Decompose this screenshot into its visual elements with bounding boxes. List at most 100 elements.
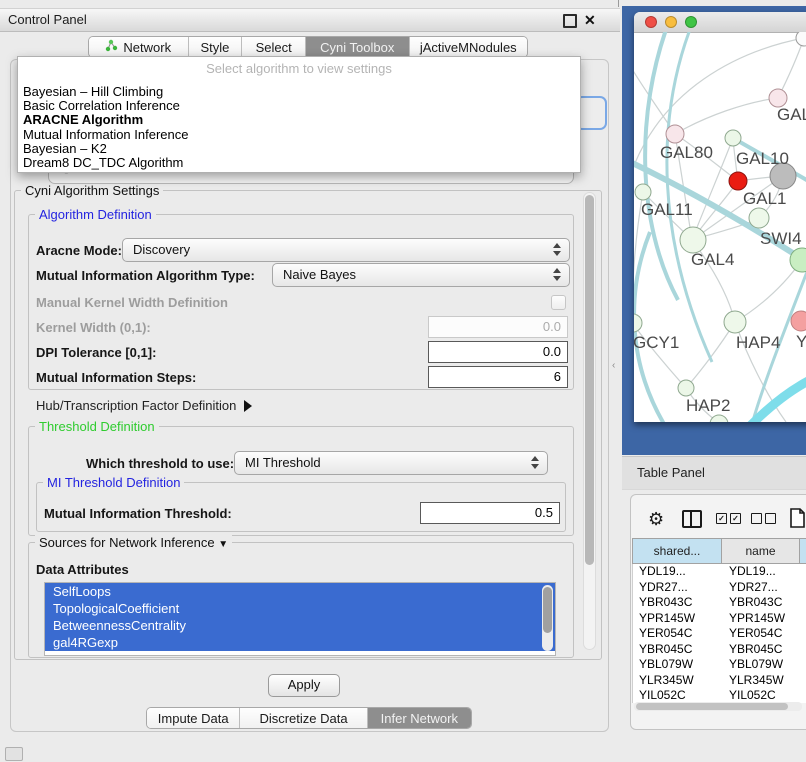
threshold-definition-title: Threshold Definition	[35, 419, 159, 434]
close-traffic-light-icon[interactable]	[645, 16, 657, 28]
apply-button[interactable]: Apply	[268, 674, 340, 697]
network-edge[interactable]	[778, 38, 804, 98]
table-column-header[interactable]: shared...	[632, 538, 722, 564]
expand-right-icon	[244, 400, 252, 412]
kernel-width-field[interactable]: 0.0	[428, 316, 568, 338]
collapsed-panel-icon[interactable]	[5, 747, 23, 761]
table-cell	[801, 657, 806, 673]
data-attributes-label: Data Attributes	[36, 562, 129, 577]
table-row[interactable]: YDL19...YDL19...13	[633, 564, 806, 580]
tab-style[interactable]: Style	[189, 37, 243, 57]
function-builder-icon[interactable]	[790, 508, 805, 533]
float-window-icon[interactable]	[563, 14, 577, 28]
network-node[interactable]	[634, 314, 642, 332]
algorithm-dropdown[interactable]: Select algorithm to view settings Bayesi…	[17, 56, 581, 173]
algorithm-option[interactable]: Dream8 DC_TDC Algorithm	[18, 156, 580, 170]
dpi-tolerance-field[interactable]: 0.0	[428, 341, 568, 363]
network-node[interactable]	[710, 415, 728, 422]
node-attribute-table[interactable]: shared...nameA YDL19...YDL19...13YDR27..…	[632, 538, 806, 703]
tab-network[interactable]: Network	[89, 37, 189, 57]
network-edge[interactable]	[667, 32, 712, 362]
tab-discretize-data[interactable]: Discretize Data	[240, 708, 367, 728]
divider-handle[interactable]: ‹	[612, 358, 618, 374]
data-attributes-list[interactable]: SelfLoopsTopologicalCoefficientBetweenne…	[44, 582, 556, 656]
table-cell: YBL079W	[633, 657, 723, 673]
deselect-all-columns-icon[interactable]	[751, 513, 776, 524]
table-cell: YER054C	[633, 626, 723, 642]
network-node[interactable]	[796, 32, 806, 46]
network-node[interactable]	[729, 172, 747, 190]
table-row[interactable]: YLR345WYLR345W9.	[633, 673, 806, 689]
manual-kernel-checkbox[interactable]	[551, 295, 566, 310]
mi-type-select[interactable]: Naive Bayes	[272, 263, 570, 287]
network-window-titlebar[interactable]	[634, 12, 806, 33]
aracne-mode-select[interactable]: Discovery	[122, 238, 570, 262]
table-row[interactable]: YBR043CYBR043C	[633, 595, 806, 611]
table-cell: 9.	[801, 688, 806, 703]
network-icon	[105, 39, 118, 55]
table-column-header[interactable]: A	[800, 538, 806, 564]
table-row[interactable]: YBR045CYBR045C9.	[633, 642, 806, 658]
which-threshold-select[interactable]: MI Threshold	[234, 451, 548, 475]
network-node[interactable]	[724, 311, 746, 333]
aracne-mode-label: Aracne Mode:	[36, 243, 122, 258]
data-attribute-item[interactable]: gal4RGexp	[45, 634, 555, 651]
network-edge[interactable]	[675, 98, 778, 134]
node-label: GAL4	[691, 250, 734, 269]
table-cell: YDL19...	[633, 564, 723, 580]
table-cell: YBR043C	[723, 595, 801, 611]
gear-icon[interactable]: ⚙	[648, 507, 664, 531]
algorithm-option[interactable]: Bayesian – K2	[18, 142, 580, 156]
table-column-header[interactable]: name	[722, 538, 800, 564]
table-row[interactable]: YER054CYER054C8.	[633, 626, 806, 642]
tab-infer-network[interactable]: Infer Network	[368, 708, 471, 728]
table-cell: 12	[801, 580, 806, 596]
panel-divider	[618, 0, 619, 7]
sources-title[interactable]: Sources for Network Inference ▼	[35, 535, 232, 550]
algorithm-option[interactable]: Bayesian – Hill Climbing	[18, 85, 580, 99]
table-cell: YIL052C	[723, 688, 801, 703]
network-edge[interactable]	[645, 32, 678, 300]
settings-vertical-scrollbar[interactable]	[583, 192, 596, 650]
list-scrollbar[interactable]	[542, 585, 553, 651]
tab-select[interactable]: Select	[242, 37, 306, 57]
data-attribute-item[interactable]: BetweennessCentrality	[45, 617, 555, 634]
split-columns-icon[interactable]	[682, 510, 702, 528]
mi-threshold-field[interactable]: 0.5	[420, 502, 560, 524]
network-node[interactable]	[635, 184, 651, 200]
hub-definition-toggle[interactable]: Hub/Transcription Factor Definition	[36, 398, 252, 413]
data-attribute-item[interactable]: SelfLoops	[45, 583, 555, 600]
network-node[interactable]	[678, 380, 694, 396]
network-graph-canvas[interactable]: GALGAL80GAL10GAL1GAL11SWI4GAL4GCY1HAP4YH…	[634, 32, 806, 422]
algorithm-option[interactable]: ARACNE Algorithm	[18, 113, 580, 127]
table-row[interactable]: YIL052CYIL052C9.	[633, 688, 806, 703]
table-body[interactable]: YDL19...YDL19...13YDR27...YDR27...12YBR0…	[632, 564, 806, 703]
minimize-traffic-light-icon[interactable]	[665, 16, 677, 28]
dropdown-placeholder: Select algorithm to view settings	[18, 60, 580, 78]
table-row[interactable]: YBL079WYBL079W	[633, 657, 806, 673]
network-view-window[interactable]: GALGAL80GAL10GAL1GAL11SWI4GAL4GCY1HAP4YH…	[634, 12, 806, 422]
data-attribute-item[interactable]: TopologicalCoefficient	[45, 600, 555, 617]
algorithm-option[interactable]: Basic Correlation Inference	[18, 99, 580, 113]
table-row[interactable]: YDR27...YDR27...12	[633, 580, 806, 596]
dpi-tolerance-label: DPI Tolerance [0,1]:	[36, 345, 156, 360]
table-row[interactable]: YPR145WYPR145W9.	[633, 611, 806, 627]
network-node[interactable]	[791, 311, 806, 331]
network-node[interactable]	[749, 208, 769, 228]
table-panel-title: Table Panel	[637, 457, 705, 489]
zoom-traffic-light-icon[interactable]	[685, 16, 697, 28]
close-panel-icon[interactable]: ✕	[584, 10, 596, 30]
table-header-row[interactable]: shared...nameA	[632, 538, 806, 564]
tab-cyni-toolbox[interactable]: Cyni Toolbox	[306, 37, 410, 57]
algorithm-option[interactable]: Mutual Information Inference	[18, 128, 580, 142]
network-node[interactable]	[666, 125, 684, 143]
mi-steps-field[interactable]: 6	[428, 366, 568, 388]
select-all-columns-icon[interactable]: ✓✓	[716, 513, 741, 524]
table-cell: 9.	[801, 673, 806, 689]
tab-impute-data[interactable]: Impute Data	[147, 708, 240, 728]
algorithm-definition-title: Algorithm Definition	[35, 207, 156, 222]
combo-arrows-icon	[553, 268, 561, 281]
network-node[interactable]	[725, 130, 741, 146]
tab-jactivemnodules[interactable]: jActiveMNodules	[410, 37, 527, 57]
table-horizontal-scrollbar[interactable]	[634, 702, 802, 711]
